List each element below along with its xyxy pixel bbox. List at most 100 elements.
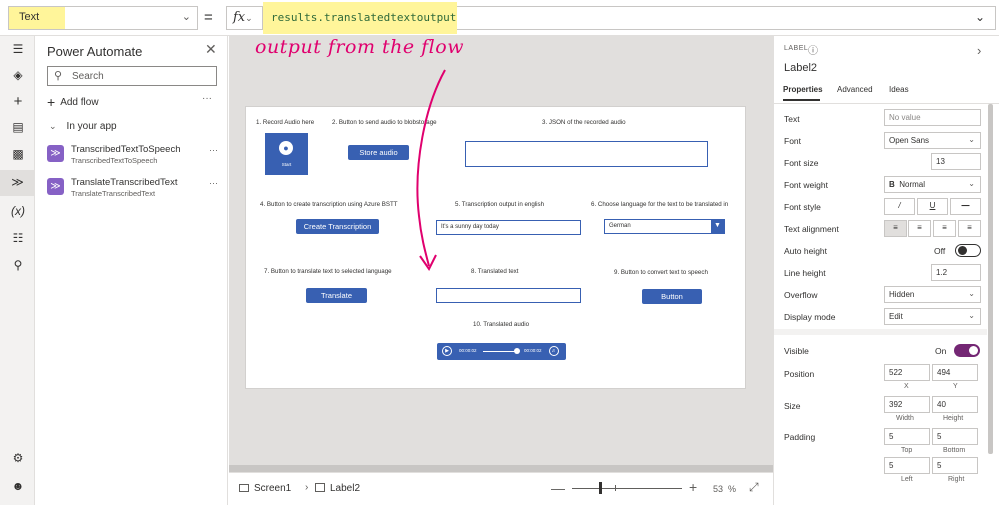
text-input[interactable]: No value	[884, 109, 981, 126]
padding-bottom-input[interactable]: 5	[932, 428, 978, 445]
chevron-right-icon: ›	[305, 482, 309, 493]
caption-transcription-button: 4. Button to create transcription using …	[260, 201, 398, 208]
horizontal-scrollbar[interactable]	[229, 465, 773, 472]
layers-icon[interactable]: ◈	[8, 68, 28, 86]
volume-icon[interactable]: ♬	[549, 346, 559, 356]
create-transcription-button[interactable]: Create Transcription	[296, 219, 379, 234]
language-value: German	[609, 223, 631, 229]
translated-text-label[interactable]	[436, 288, 581, 303]
visible-toggle[interactable]	[954, 344, 980, 357]
zoom-number: 53	[713, 484, 724, 494]
control-name: Label2	[784, 62, 818, 74]
convert-speech-button[interactable]: Button	[642, 289, 702, 304]
fit-to-window-icon[interactable]: ⤢	[749, 480, 759, 495]
tools-icon[interactable]: ☷	[8, 231, 28, 249]
help-icon[interactable]: ⓘ	[808, 42, 818, 57]
arrow-path	[416, 69, 446, 267]
tab-advanced[interactable]: Advanced	[837, 85, 873, 94]
power-automate-icon: ≫	[47, 145, 64, 162]
underline-button[interactable]: U	[917, 198, 948, 215]
overflow-dropdown[interactable]: Hidden ⌄	[884, 286, 981, 303]
audio-scrubber[interactable]	[514, 348, 520, 354]
hamburger-icon[interactable]: ☰	[8, 42, 28, 60]
zoom-slider[interactable]	[572, 488, 682, 489]
width-input[interactable]: 392	[884, 396, 930, 413]
section-label: In your app	[66, 121, 117, 132]
top-caption: Top	[901, 447, 913, 454]
settings-icon[interactable]: ⚙	[8, 451, 28, 469]
display-mode-dropdown[interactable]: Edit ⌄	[884, 308, 981, 325]
flow-item[interactable]: ≫ TranslateTranscribedText TranslateTran…	[45, 177, 225, 203]
variables-icon[interactable]: (x)	[8, 204, 28, 222]
chevron-right-icon[interactable]: ›	[977, 43, 981, 58]
font-dropdown[interactable]: Open Sans ⌄	[884, 132, 981, 149]
fx-button[interactable]: fx⌄	[226, 6, 262, 30]
more-options-icon[interactable]: ···	[209, 145, 218, 155]
font-weight-dropdown[interactable]: B Normal ⌄	[884, 176, 981, 193]
microphone-button[interactable]: ● Start	[265, 133, 308, 175]
power-automate-panel: Power Automate ✕ ⚲ Search + Add flow ··· …	[35, 36, 228, 505]
expand-formula-icon[interactable]: ⌄	[975, 10, 985, 24]
power-automate-icon: ≫	[47, 178, 64, 195]
align-justify-icon[interactable]: ≡	[958, 220, 981, 237]
zoom-in-button[interactable]: +	[689, 479, 697, 495]
vertical-scrollbar[interactable]	[988, 104, 993, 454]
properties-pane: LABEL ⓘ › Label2 Properties Advanced Ide…	[773, 36, 999, 505]
width-caption: Width	[896, 415, 914, 422]
align-right-icon[interactable]: ≡	[933, 220, 956, 237]
auto-height-toggle[interactable]	[955, 244, 981, 257]
media-icon[interactable]: ▩	[8, 147, 28, 165]
padding-right-input[interactable]: 5	[932, 457, 978, 474]
property-dropdown[interactable]: Text ⌄	[8, 6, 198, 30]
in-app-section[interactable]: ⌄ In your app	[49, 121, 117, 132]
font-style-label: Font style	[784, 202, 821, 212]
formula-input[interactable]: results.translatedtextoutput ⌄	[262, 2, 996, 34]
data-icon[interactable]: ▤	[8, 120, 28, 138]
audio-player[interactable]: ▶ 00:00:02 00:00:02 ♬	[437, 343, 566, 360]
caption-transcription-output: 5. Transcription output in english	[455, 201, 545, 208]
position-x-input[interactable]: 522	[884, 364, 930, 381]
x-caption: X	[904, 383, 909, 390]
padding-top-input[interactable]: 5	[884, 428, 930, 445]
add-flow-button[interactable]: + Add flow	[47, 94, 99, 110]
tab-ideas[interactable]: Ideas	[889, 85, 909, 94]
zoom-slider-thumb[interactable]	[599, 482, 602, 494]
strikethrough-button[interactable]: —	[950, 198, 981, 215]
position-y-input[interactable]: 494	[932, 364, 978, 381]
language-dropdown[interactable]: German ▼	[604, 219, 725, 234]
zoom-out-button[interactable]: —	[551, 480, 565, 496]
line-height-input[interactable]: 1.2	[931, 264, 981, 281]
app-screen[interactable]: 1. Record Audio here ● Start 2. Button t…	[245, 106, 746, 389]
caption-translate-button: 7. Button to translate text to selected …	[264, 268, 392, 275]
screen-breadcrumb[interactable]: Screen1	[239, 483, 291, 494]
power-automate-icon[interactable]: ≫	[0, 170, 35, 196]
selected-control-breadcrumb[interactable]: Label2	[315, 483, 360, 494]
padding-left-input[interactable]: 5	[884, 457, 930, 474]
more-options-icon[interactable]: ···	[202, 93, 212, 104]
text-alignment-label: Text alignment	[784, 224, 839, 234]
search-input[interactable]: ⚲ Search	[47, 66, 217, 86]
search-icon[interactable]: ⚲	[8, 258, 28, 276]
close-icon[interactable]: ✕	[205, 41, 217, 58]
more-options-icon[interactable]: ···	[209, 178, 218, 188]
translate-button[interactable]: Translate	[306, 288, 367, 303]
font-size-input[interactable]: 13	[931, 153, 981, 170]
chevron-down-icon: ⌄	[49, 121, 57, 131]
height-input[interactable]: 40	[932, 396, 978, 413]
italic-button[interactable]: /	[884, 198, 915, 215]
play-icon[interactable]: ▶	[442, 346, 452, 356]
tab-properties[interactable]: Properties	[783, 85, 823, 94]
align-left-icon[interactable]: ≡	[884, 220, 907, 237]
caption-translated-text: 8. Translated text	[471, 268, 519, 275]
account-icon[interactable]: ☻	[8, 479, 28, 497]
chevron-down-icon: ⌄	[181, 11, 191, 23]
screen-name: Screen1	[254, 483, 292, 494]
transcription-output-field[interactable]: It's a sunny day today	[436, 220, 581, 235]
json-textbox[interactable]	[465, 141, 708, 167]
align-center-icon[interactable]: ≡	[908, 220, 931, 237]
store-audio-button[interactable]: Store audio	[348, 145, 409, 160]
flow-item[interactable]: ≫ TranscribedTextToSpeech TranscribedTex…	[45, 144, 225, 170]
plus-icon: +	[47, 94, 56, 110]
insert-icon[interactable]: +	[8, 93, 28, 111]
chevron-down-icon: ⌄	[968, 289, 975, 298]
